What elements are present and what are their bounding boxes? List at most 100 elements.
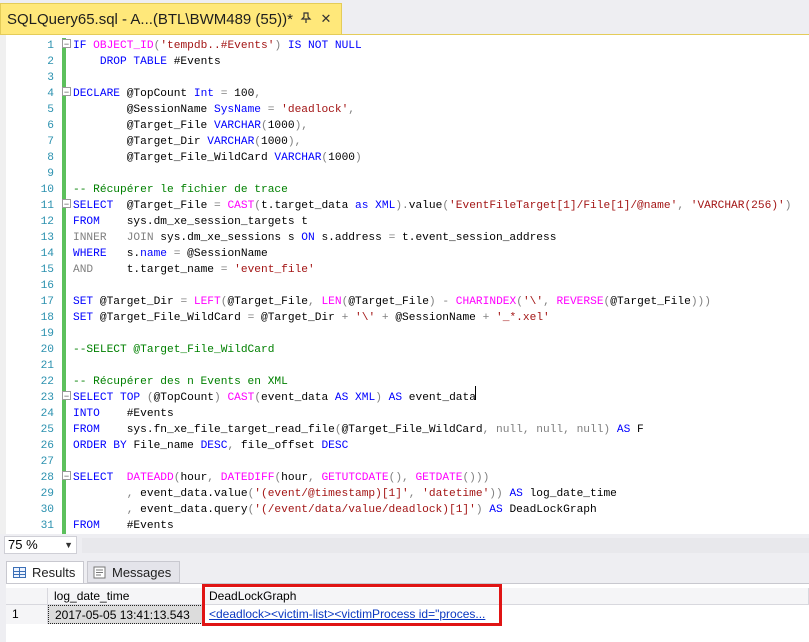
code-line[interactable]: 6 @Target_File VARCHAR(1000), — [0, 118, 809, 134]
code-token: F — [637, 424, 644, 436]
code-text: SELECT TOP (@TopCount) CAST(event_data A… — [73, 390, 476, 406]
code-token: event_data — [408, 392, 476, 404]
code-line[interactable]: 16 — [0, 278, 809, 294]
cell-log-date-time[interactable]: 2017-05-05 13:41:13.543 — [48, 605, 203, 624]
code-line[interactable]: 5 @SessionName SysName = 'deadlock', — [0, 102, 809, 118]
query-editor[interactable]: 1 IF OBJECT_ID('tempdb..#Events') IS NOT … — [0, 34, 809, 534]
line-number: 20 — [40, 344, 54, 356]
code-line[interactable]: 30 , event_data.query('(/event/data/valu… — [0, 502, 809, 518]
code-token: @Target_File_WildCard — [99, 312, 248, 324]
tab-results[interactable]: Results — [6, 561, 84, 583]
line-number: 23 — [40, 392, 54, 404]
code-line[interactable]: 28 SELECT DATEADD(hour, DATEDIFF(hour, GE… — [0, 470, 809, 486]
code-token: 'tempdb..#Events' — [160, 40, 275, 52]
change-marker — [62, 294, 66, 310]
collapse-toggle-icon[interactable]: − — [62, 87, 71, 97]
zoom-bar: 75 % ▼ — [0, 534, 809, 556]
code-token: --SELECT @Target_File_WildCard — [73, 344, 275, 356]
code-line[interactable]: 27 — [0, 454, 809, 470]
code-token: = — [267, 104, 282, 116]
query-document-tab[interactable]: SQLQuery65.sql - A...(BTL\BWM489 (55))* … — [0, 3, 342, 34]
code-token: ) — [214, 392, 228, 404]
line-number: 29 — [40, 488, 54, 500]
code-line[interactable]: 1 IF OBJECT_ID('tempdb..#Events') IS NOT … — [0, 38, 809, 54]
tab-messages[interactable]: Messages — [87, 561, 180, 583]
change-marker — [62, 438, 66, 454]
code-token: + — [341, 312, 356, 324]
code-token: null, null, null — [496, 424, 604, 436]
row-number[interactable]: 1 — [6, 605, 48, 624]
line-number: 8 — [47, 152, 54, 164]
code-token: ) — [603, 424, 617, 436]
row-header-corner — [6, 588, 48, 605]
line-number: 9 — [47, 168, 54, 180]
code-line[interactable]: 17 SET @Target_Dir = LEFT (@Target_File, L… — [0, 294, 809, 310]
code-token: t.target_data — [261, 200, 356, 212]
code-line[interactable]: 19 — [0, 326, 809, 342]
collapse-toggle-icon[interactable]: − — [62, 391, 71, 401]
collapse-toggle-icon[interactable]: − — [62, 471, 71, 481]
code-token: ). — [395, 200, 409, 212]
collapse-toggle-icon[interactable]: − — [62, 199, 71, 209]
column-header-log-date-time[interactable]: log_date_time — [48, 588, 203, 605]
code-line[interactable]: 12 FROM sys.dm_xe_session_targets t — [0, 214, 809, 230]
close-icon[interactable]: ✕ — [319, 11, 333, 27]
change-marker — [62, 278, 66, 294]
code-token: ), — [294, 120, 309, 132]
code-token: event_data.value — [140, 488, 248, 500]
code-token: SELECT — [73, 200, 127, 212]
line-number: 13 — [40, 232, 54, 244]
code-line[interactable]: 4 DECLARE @TopCount Int = 100, — [0, 86, 809, 102]
code-line[interactable]: 7 @Target_Dir VARCHAR(1000), — [0, 134, 809, 150]
code-token: = — [214, 200, 228, 212]
code-line[interactable]: 13 INNER JOIN sys.dm_xe_sessions s ON s.a… — [0, 230, 809, 246]
change-marker — [62, 326, 66, 342]
code-line[interactable]: 31 FROM #Events — [0, 518, 809, 534]
change-marker — [62, 358, 66, 374]
code-line[interactable]: 22 -- Récupérer des n Events en XML — [0, 374, 809, 390]
code-token: @Target_Dir — [261, 312, 342, 324]
code-line[interactable]: 2 DROP TABLE #Events — [0, 54, 809, 70]
code-line[interactable]: 20 --SELECT @Target_File_WildCard — [0, 342, 809, 358]
code-line[interactable]: 18 SET @Target_File_WildCard = @Target_Di… — [0, 310, 809, 326]
code-token: 'event_file' — [234, 264, 315, 276]
code-token: AS — [616, 424, 638, 436]
code-token: #Events — [126, 520, 174, 532]
code-token: FROM — [73, 216, 127, 228]
code-text: SET @Target_Dir = LEFT (@Target_File, LEN… — [73, 294, 711, 310]
code-token: GETDATE — [415, 472, 463, 484]
code-line[interactable]: 3 — [0, 70, 809, 86]
code-token: OBJECT_ID — [93, 40, 154, 52]
code-text: DECLARE @TopCount Int = 100, — [73, 86, 261, 102]
pin-icon[interactable] — [299, 11, 313, 27]
code-line[interactable]: 8 @Target_File_WildCard VARCHAR(1000) — [0, 150, 809, 166]
code-line[interactable]: 29 , event_data.value('(event/@timestamp… — [0, 486, 809, 502]
code-token: -- Récupérer des n Events en XML — [73, 376, 288, 388]
line-number: 27 — [40, 456, 54, 468]
code-line[interactable]: 21 — [0, 358, 809, 374]
code-line[interactable]: 25 FROM sys.fn_xe_file_target_read_file(@… — [0, 422, 809, 438]
code-line[interactable]: 10 -- Récupérer le fichier de trace — [0, 182, 809, 198]
code-token: FROM — [73, 520, 127, 532]
collapse-toggle-icon[interactable]: − — [62, 39, 71, 49]
change-marker — [62, 502, 66, 518]
line-number: 19 — [40, 328, 54, 340]
horizontal-scrollbar[interactable] — [82, 538, 809, 553]
code-token: = — [220, 88, 235, 100]
change-marker — [62, 422, 66, 438]
code-token: @Target_File_WildCard — [73, 152, 275, 164]
code-line[interactable]: 24 INTO #Events — [0, 406, 809, 422]
code-line[interactable]: 14 WHERE s.name = @SessionName — [0, 246, 809, 262]
zoom-dropdown[interactable]: 75 % ▼ — [4, 536, 77, 554]
code-line[interactable]: 15 AND t.target_name = 'event_file' — [0, 262, 809, 278]
code-line[interactable]: 23 SELECT TOP (@TopCount) CAST(event_data… — [0, 390, 809, 406]
code-line[interactable]: 11 SELECT @Target_File = CAST(t.target_da… — [0, 198, 809, 214]
code-token: @SessionName — [73, 104, 214, 116]
code-token: + — [381, 312, 396, 324]
highlight-box — [202, 584, 502, 626]
text-caret — [475, 386, 476, 400]
code-token: name — [140, 248, 174, 260]
code-token: ( — [254, 136, 261, 148]
code-line[interactable]: 9 — [0, 166, 809, 182]
code-line[interactable]: 26 ORDER BY File_name DESC, file_offset D… — [0, 438, 809, 454]
